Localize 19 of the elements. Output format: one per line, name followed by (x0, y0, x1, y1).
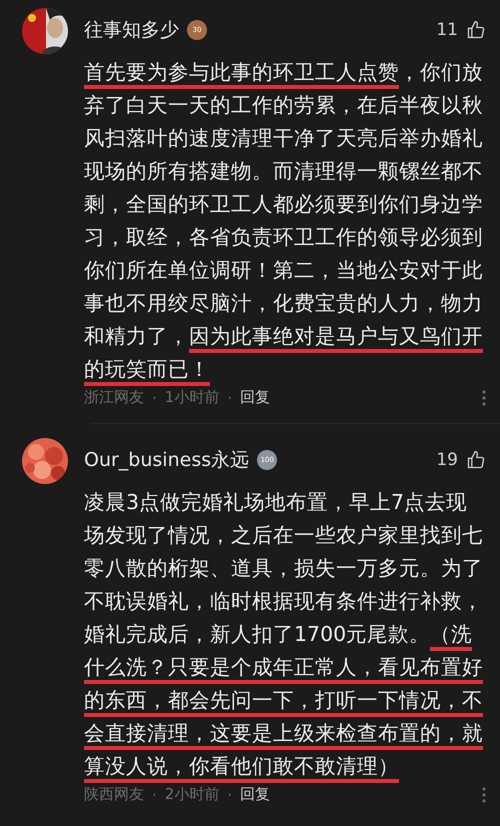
username[interactable]: 往事知多少 (84, 17, 179, 43)
like-count: 11 (436, 20, 458, 40)
separator-dot: · (152, 388, 157, 406)
location-text: 陕西网友 (84, 785, 144, 804)
like-count: 19 (436, 450, 458, 470)
username[interactable]: Our_business永远 (84, 447, 250, 473)
more-icon[interactable] (482, 390, 486, 406)
reply-link[interactable]: 回复 (240, 388, 270, 407)
more-icon[interactable] (482, 786, 486, 802)
comment-text: 首先要为参与此事的环卫工人点赞，你们放弃了白天一天的工作的劳累，在后半夜以秋风扫落叶的速度清理干净了天亮后举办婚礼现场的所有搭建物。而清理得一颗镙丝都不剩，全国的环卫工人都必须要到你们身边学习，取经，各省负责环卫工作的领导必须到你们所在单位调研！第二，当地公安对于此事也不用绞尽脑汁，化费宝贵的人力，物力和精力了，因为此事绝对是马户与又鸟们开的玩笑而已！ (84, 56, 486, 386)
reply-link[interactable]: 回复 (240, 785, 270, 804)
timestamp: 1小时前 (164, 388, 220, 407)
thumbs-up-icon[interactable] (466, 20, 486, 40)
separator-dot: · (227, 388, 232, 406)
timestamp: 2小时前 (164, 785, 220, 804)
separator-dot: · (152, 786, 157, 804)
thumbs-up-icon[interactable] (466, 450, 486, 470)
location-text: 浙江网友 (84, 388, 144, 407)
separator-dot: · (227, 786, 232, 804)
